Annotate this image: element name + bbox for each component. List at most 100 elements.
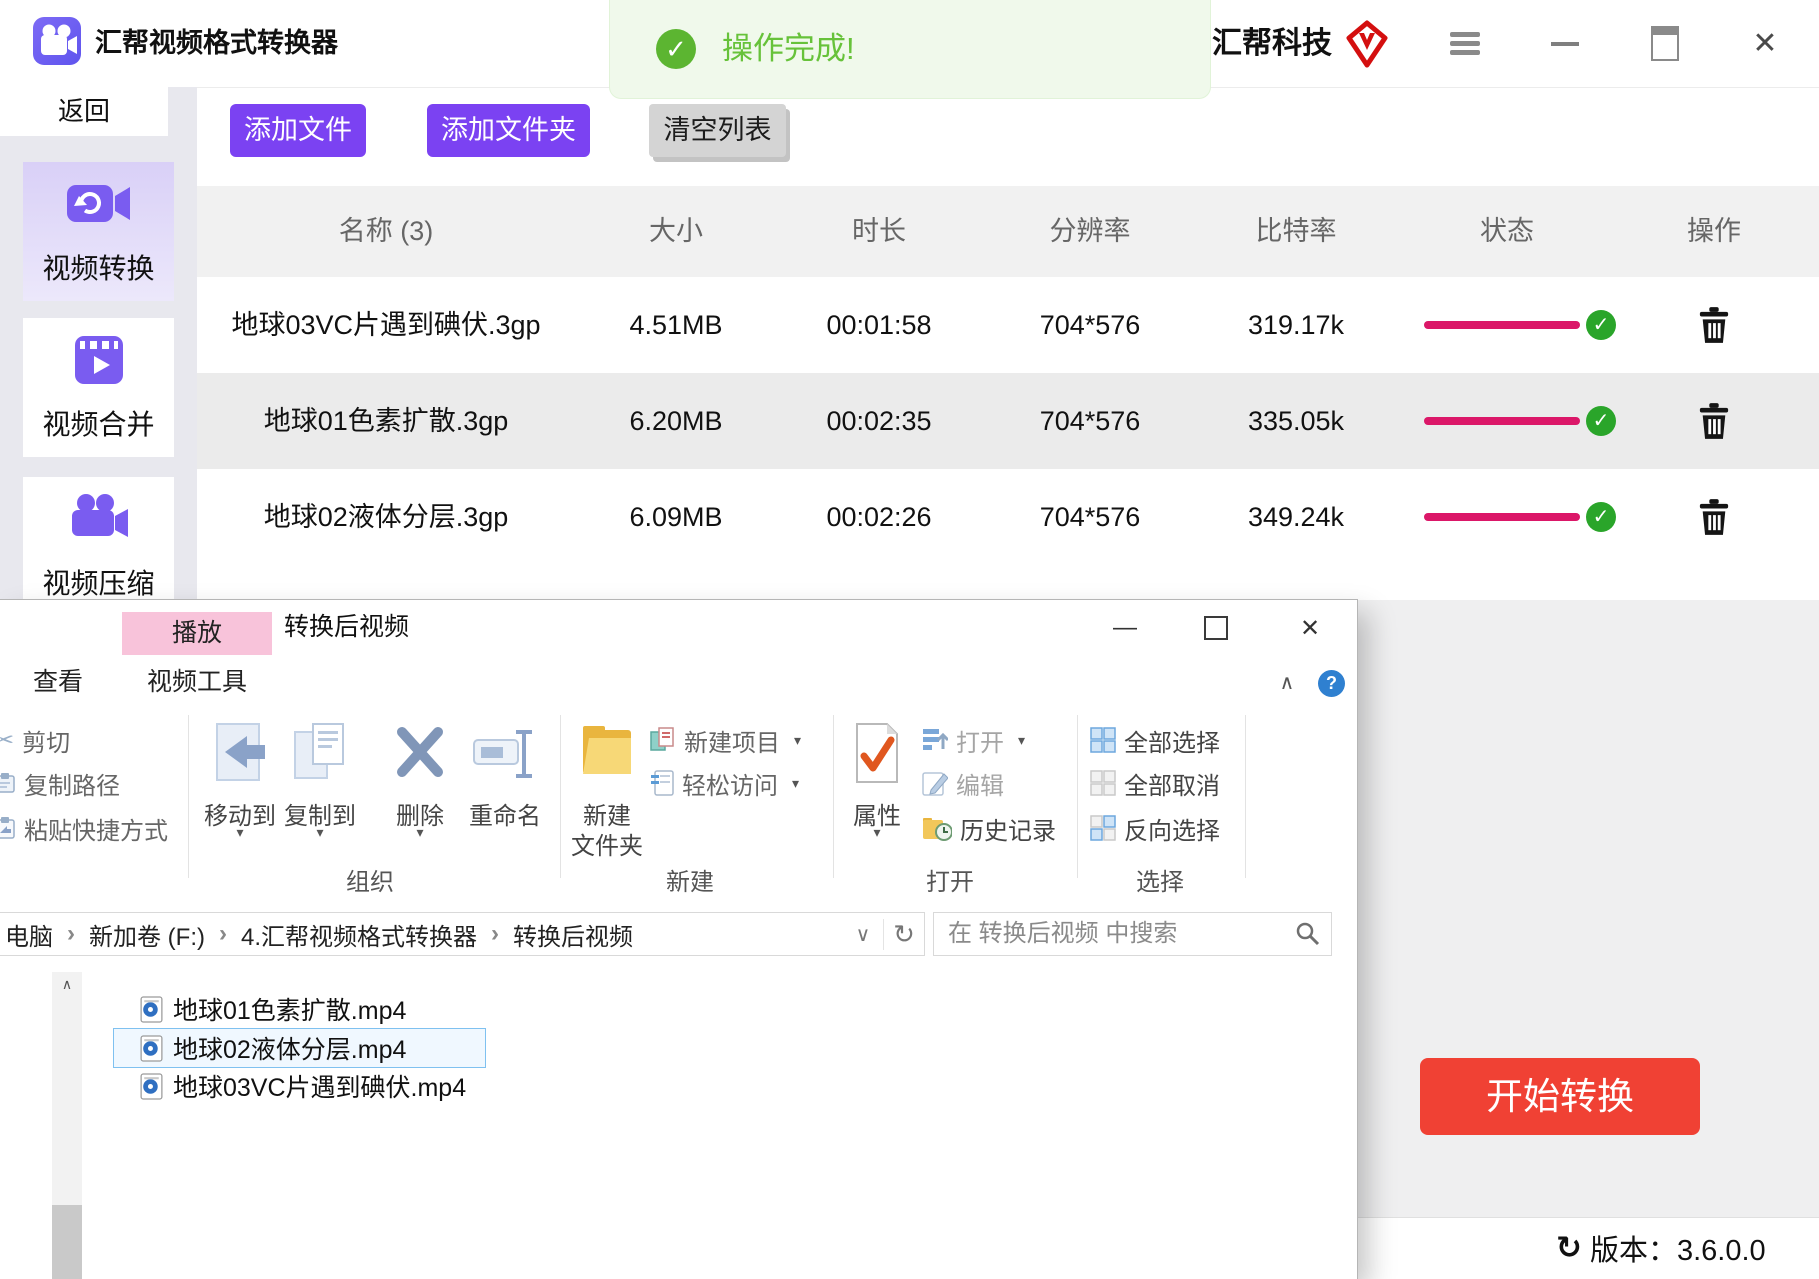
explorer-file-list: ∧ 地球01色素扩散.mp4 地球02液体分层.mp4 (0, 963, 1357, 1279)
col-bitrate: 比特率 (1256, 186, 1337, 277)
cell-name: 地球01色素扩散.3gp (264, 373, 509, 469)
minimize-icon (1551, 42, 1579, 46)
explorer-close-button[interactable]: ✕ (1288, 608, 1332, 648)
group-divider (1077, 715, 1078, 878)
paste-shortcut-button[interactable]: 粘贴快捷方式 (0, 814, 168, 842)
cut-button[interactable]: ✂ 剪切 (0, 726, 70, 754)
open-icon (922, 727, 948, 753)
clear-list-button[interactable]: 清空列表 (649, 104, 786, 157)
file-item[interactable]: 地球03VC片遇到碘伏.mp4 (113, 1067, 484, 1105)
table-row[interactable]: 地球01色素扩散.3gp 6.20MB 00:02:35 704*576 335… (197, 373, 1819, 469)
media-file-icon (140, 1073, 163, 1100)
invert-selection-button[interactable]: 反向选择 (1090, 814, 1220, 842)
chevron-right-icon: › (67, 920, 75, 948)
new-folder-button[interactable]: 新建 文件夹 (559, 716, 655, 866)
progress-bar (1424, 321, 1580, 329)
cell-size: 6.20MB (629, 373, 722, 469)
select-none-button[interactable]: 全部取消 (1090, 769, 1220, 797)
table-row[interactable]: 地球03VC片遇到碘伏.3gp 4.51MB 00:01:58 704*576 … (197, 277, 1819, 373)
sidebar-item-video-compress[interactable]: 视频压缩 (23, 477, 174, 616)
select-all-button[interactable]: 全部选择 (1090, 726, 1220, 754)
scrollbar-thumb[interactable] (52, 1205, 82, 1279)
col-size: 大小 (649, 186, 703, 277)
sidebar-item-video-merge[interactable]: 视频合并 (23, 318, 174, 457)
col-action: 操作 (1687, 186, 1741, 277)
breadcrumb-item[interactable]: 新加卷 (F:) (89, 917, 205, 952)
delete-row-button[interactable] (1698, 499, 1730, 540)
col-resolution: 分辨率 (1050, 186, 1131, 277)
dropdown-icon: ▾ (416, 824, 423, 841)
done-check-icon: ✓ (1586, 502, 1616, 532)
explorer-maximize-button[interactable] (1194, 608, 1238, 648)
close-button[interactable]: ✕ (1738, 0, 1792, 87)
add-file-button[interactable]: 添加文件 (230, 104, 366, 157)
done-check-icon: ✓ (1586, 406, 1616, 436)
sidebar-item-video-convert[interactable]: 视频转换 (23, 162, 174, 301)
dropdown-icon: ▾ (236, 824, 243, 841)
collapse-ribbon-icon[interactable]: ∧ (1272, 668, 1302, 698)
back-button[interactable]: 返回 (0, 87, 168, 136)
explorer-tab-play[interactable]: 播放 (122, 612, 272, 655)
delete-x-icon (394, 724, 446, 784)
delete-row-button[interactable] (1698, 307, 1730, 348)
breadcrumb-item[interactable]: 4.汇帮视频格式转换器 (241, 917, 477, 952)
version-area: ↻ 版本：3.6.0.0 (1556, 1217, 1766, 1279)
delete-button[interactable]: 删除 ▾ (372, 716, 468, 866)
close-icon: ✕ (1752, 26, 1777, 61)
copy-to-button[interactable]: 复制到 ▾ (272, 716, 368, 866)
maximize-button[interactable] (1638, 0, 1692, 87)
cell-bitrate: 335.05k (1248, 373, 1344, 469)
delete-row-button[interactable] (1698, 403, 1730, 444)
refresh-version-icon[interactable]: ↻ (1556, 1230, 1582, 1266)
address-box[interactable]: 电脑 › 新加卷 (F:) › 4.汇帮视频格式转换器 › 转换后视频 ∨ ↻ (0, 912, 925, 956)
help-icon[interactable]: ? (1318, 670, 1345, 697)
table-header: 名称 (3) 大小 时长 分辨率 比特率 状态 操作 (197, 186, 1819, 277)
sidebar-item-label: 视频转换 (23, 247, 174, 287)
open-button[interactable]: 打开 ▾ (922, 726, 1025, 754)
address-dropdown-icon[interactable]: ∨ (843, 922, 883, 947)
minimize-button[interactable] (1538, 0, 1592, 87)
refresh-icon[interactable]: ↻ (883, 919, 924, 950)
scrollbar[interactable]: ∧ (52, 972, 82, 1279)
app-logo-icon (33, 17, 81, 65)
group-label-new: 新建 (666, 862, 714, 897)
easy-access-icon (650, 770, 674, 796)
scroll-up-icon[interactable]: ∧ (52, 972, 82, 996)
history-button[interactable]: 历史记录 (922, 814, 1056, 842)
hamburger-icon (1450, 32, 1480, 55)
chevron-right-icon: › (219, 920, 227, 948)
copy-path-button[interactable]: 复制路径 (0, 769, 120, 797)
search-input[interactable] (946, 913, 1280, 955)
table-row[interactable]: 地球02液体分层.3gp 6.09MB 00:02:26 704*576 349… (197, 469, 1819, 565)
rename-button[interactable]: 重命名 (457, 716, 553, 866)
menu-button[interactable] (1438, 0, 1492, 87)
app-window: 汇帮视频格式转换器 汇帮科技 ✕ ✓ 操作完成! 返回 (0, 0, 1819, 1279)
add-folder-button[interactable]: 添加文件夹 (427, 104, 590, 157)
file-item-selected[interactable]: 地球02液体分层.mp4 (113, 1028, 486, 1068)
new-item-button[interactable]: 新建项目 ▾ (650, 726, 801, 754)
dropdown-icon: ▾ (316, 824, 323, 841)
cell-resolution: 704*576 (1040, 469, 1141, 565)
start-convert-button[interactable]: 开始转换 (1420, 1058, 1700, 1135)
search-box[interactable] (933, 912, 1332, 956)
properties-button[interactable]: 属性 ▾ (829, 716, 925, 866)
edit-button[interactable]: 编辑 (922, 769, 1004, 797)
breadcrumb-item[interactable]: 电脑 (5, 917, 53, 952)
scissors-icon: ✂ (0, 726, 14, 755)
breadcrumb-item[interactable]: 转换后视频 (513, 917, 633, 952)
explorer-tab-video-tools[interactable]: 视频工具 (122, 655, 272, 710)
easy-access-button[interactable]: 轻松访问 ▾ (650, 769, 799, 797)
progress-bar (1424, 513, 1580, 521)
explorer-window-title: 转换后视频 (284, 600, 409, 655)
file-name: 地球02液体分层.mp4 (173, 1030, 406, 1066)
group-divider (1245, 715, 1246, 878)
explorer-tab-view[interactable]: 查看 (18, 655, 98, 710)
group-label-organize: 组织 (346, 862, 394, 897)
brand-logo-icon (1345, 20, 1389, 73)
file-item[interactable]: 地球01色素扩散.mp4 (113, 990, 484, 1028)
col-duration: 时长 (852, 186, 906, 277)
explorer-minimize-button[interactable]: — (1103, 608, 1147, 648)
dropdown-icon: ▾ (792, 775, 799, 792)
dropdown-icon: ▾ (794, 732, 801, 749)
cell-size: 6.09MB (629, 469, 722, 565)
